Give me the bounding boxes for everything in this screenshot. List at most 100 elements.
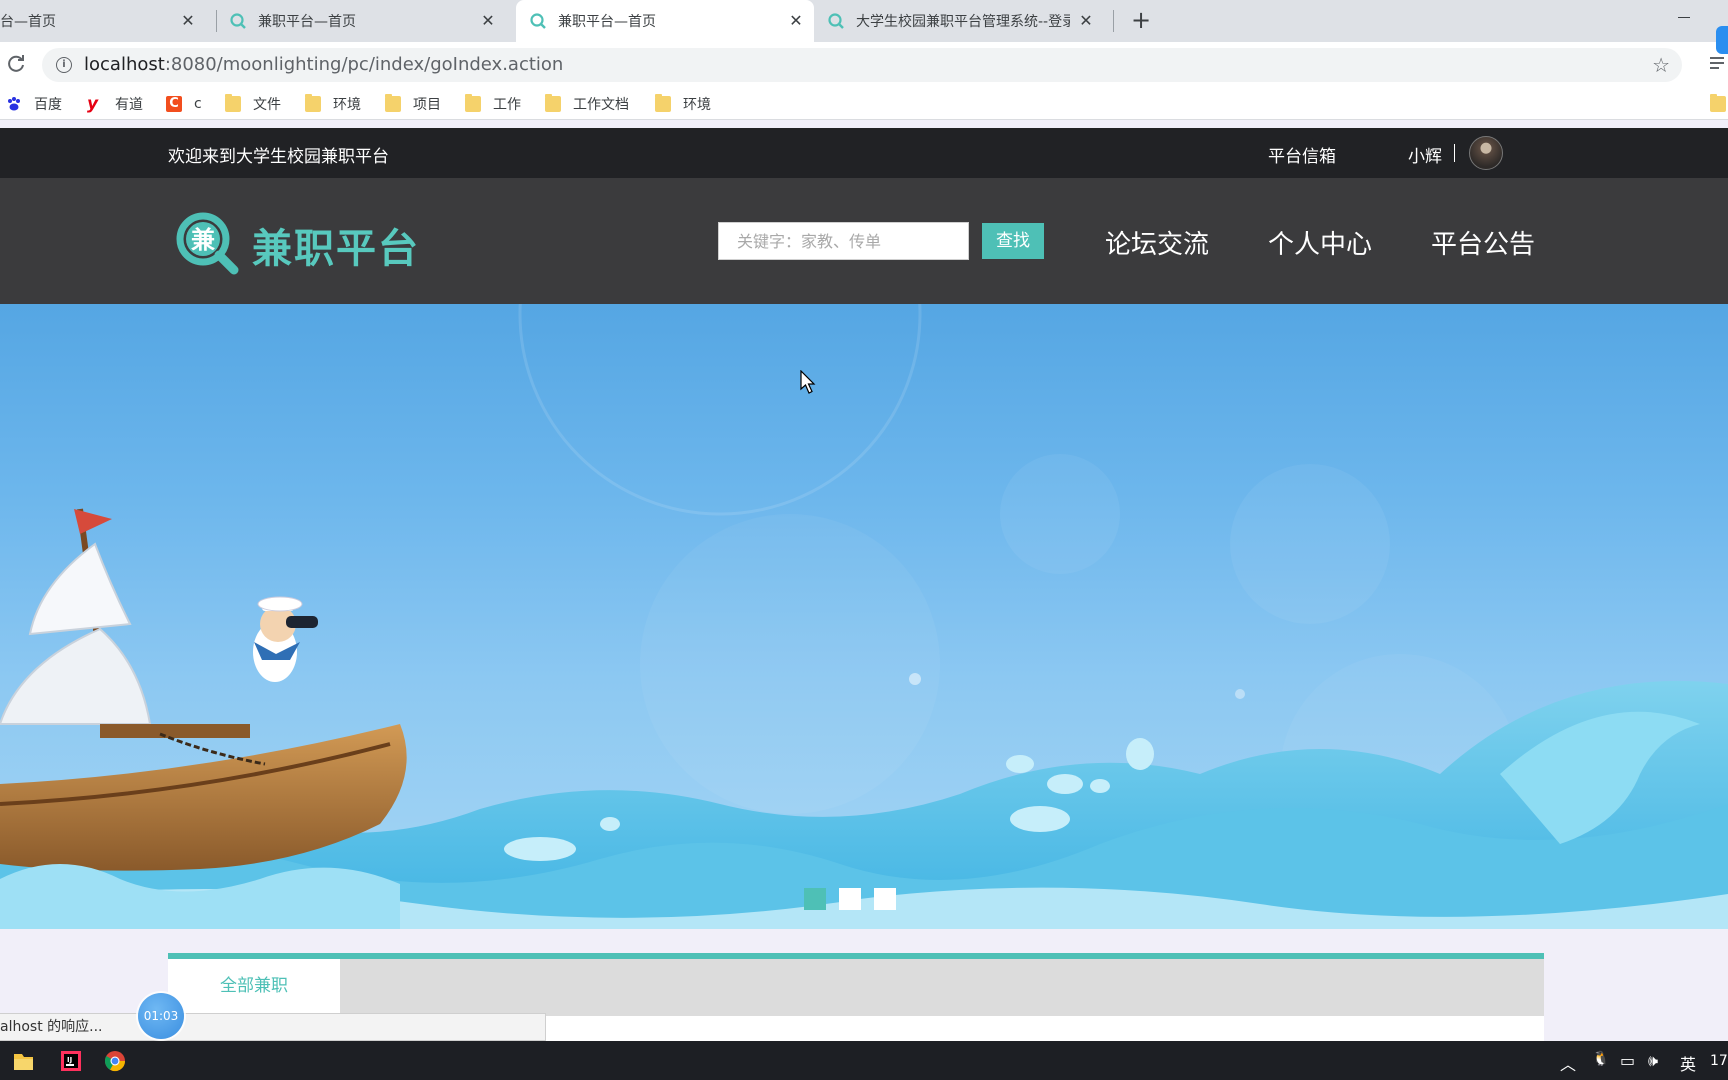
bookmark-folder-workdocs[interactable]: 工作文档: [545, 94, 629, 114]
chrome-icon[interactable]: [96, 1045, 134, 1078]
folder-icon: [305, 94, 321, 112]
bookmark-folder-work[interactable]: 工作: [465, 94, 521, 114]
carousel-dot-3[interactable]: [874, 888, 896, 910]
tab-title: 兼职平台—首页: [558, 14, 656, 30]
logo-magnifier-icon[interactable]: 兼: [174, 210, 240, 276]
platform-mailbox-link[interactable]: 平台信箱: [1268, 142, 1336, 167]
qq-tray-icon[interactable]: 🐧: [1592, 1051, 1609, 1067]
username-link[interactable]: 小辉: [1408, 142, 1442, 167]
input-method-indicator[interactable]: 英: [1680, 1051, 1696, 1075]
windows-taskbar: IJ ︿ 🐧 ▭ 🕪 英 17: [0, 1041, 1728, 1080]
browser-tab-strip: 平台—首页 ✕ 兼职平台—首页 ✕ 兼职平台—首页 ✕ 大学生校园兼职平台管理系…: [0, 0, 1728, 42]
logo-glyph: 兼: [191, 226, 215, 254]
clock[interactable]: 17: [1710, 1053, 1728, 1069]
search-button[interactable]: 查找: [982, 223, 1044, 259]
bookmark-label: 环境: [683, 97, 711, 113]
screen: 平台—首页 ✕ 兼职平台—首页 ✕ 兼职平台—首页 ✕ 大学生校园兼职平台管理系…: [0, 0, 1728, 1080]
reading-list-icon[interactable]: [1710, 54, 1728, 74]
site-header: 兼 兼职平台 查找 论坛交流 个人中心 平台公告: [0, 178, 1728, 304]
browser-tab-2[interactable]: 兼职平台—首页 ✕: [230, 0, 506, 42]
recording-timer-badge[interactable]: 01:03: [138, 993, 184, 1039]
tab-title: 兼职平台—首页: [258, 14, 356, 30]
site-favicon-icon: [230, 13, 246, 29]
tray-expand-icon[interactable]: ︿: [1560, 1051, 1576, 1075]
volume-icon[interactable]: 🕪: [1648, 1051, 1658, 1071]
tab-close-icon[interactable]: ✕: [478, 11, 498, 31]
bookmark-folder-env-2[interactable]: 环境: [655, 94, 711, 114]
reload-icon[interactable]: [4, 52, 28, 76]
bookmark-star-icon[interactable]: ☆: [1652, 53, 1670, 77]
search-input[interactable]: [718, 222, 969, 260]
side-floating-widget[interactable]: [1716, 26, 1728, 54]
welcome-text: 欢迎来到大学生校园兼职平台: [168, 147, 389, 167]
nav-announcements[interactable]: 平台公告: [1431, 224, 1535, 261]
bookmark-youdao[interactable]: y 有道: [87, 94, 143, 114]
divider: [1454, 144, 1455, 162]
tab-separator: [216, 10, 217, 32]
bookmark-label: 项目: [413, 97, 441, 113]
url-host: localhost: [84, 54, 165, 75]
folder-icon: [655, 94, 671, 112]
bookmark-label: 文件: [253, 97, 281, 113]
bookmark-folder-files[interactable]: 文件: [225, 94, 281, 114]
browser-tab-4[interactable]: 大学生校园兼职平台管理系统--登录 ✕: [828, 0, 1104, 42]
tab-title: 大学生校园兼职平台管理系统--登录: [856, 14, 1070, 30]
tab-close-icon[interactable]: ✕: [786, 11, 806, 31]
intellij-idea-icon[interactable]: IJ: [52, 1045, 90, 1078]
site-info-icon[interactable]: i: [56, 57, 72, 73]
nav-personal-center[interactable]: 个人中心: [1268, 224, 1372, 261]
bookmark-label: 百度: [34, 97, 62, 113]
browser-status-bubble: alhost 的响应...: [0, 1013, 546, 1041]
bookmark-label: 工作: [493, 97, 521, 113]
bookmark-baidu[interactable]: 百度: [6, 94, 62, 114]
browser-toolbar: i localhost:8080/moonlighting/pc/index/g…: [0, 42, 1728, 86]
folder-icon: [1710, 94, 1726, 112]
bookmark-folder-projects[interactable]: 项目: [385, 94, 441, 114]
browser-tab-3-active[interactable]: 兼职平台—首页 ✕: [516, 0, 814, 42]
category-tab-bar: [168, 959, 1544, 1016]
baidu-icon: [8, 97, 20, 111]
folder-icon: [225, 94, 241, 112]
svg-text:IJ: IJ: [67, 1056, 72, 1064]
tab-close-icon[interactable]: ✕: [178, 11, 198, 31]
bookmark-label: 工作文档: [573, 97, 629, 113]
youdao-icon: y: [87, 94, 99, 114]
site-favicon-icon: [530, 13, 546, 29]
tab-all-jobs[interactable]: 全部兼职: [168, 959, 340, 1016]
bookmark-label: 有道: [115, 97, 143, 113]
mouse-cursor-icon: [800, 370, 816, 394]
url-text[interactable]: localhost:8080/moonlighting/pc/index/goI…: [84, 54, 563, 75]
ship-illustration: [0, 508, 407, 871]
new-tab-button[interactable]: +: [1128, 8, 1154, 34]
carousel-dot-2[interactable]: [839, 888, 861, 910]
banner-illustration: [0, 304, 1728, 929]
banner-carousel[interactable]: [0, 304, 1728, 929]
browser-tab-1[interactable]: 平台—首页 ✕: [0, 0, 206, 42]
bookmark-label: 环境: [333, 97, 361, 113]
other-bookmarks-folder[interactable]: [1710, 94, 1728, 114]
file-explorer-icon[interactable]: [4, 1045, 42, 1078]
c-icon: C: [166, 96, 182, 112]
status-text: alhost 的响应...: [0, 1019, 103, 1035]
carousel-indicators: [804, 888, 909, 910]
tab-title: 平台—首页: [0, 14, 56, 30]
bookmark-label: c: [194, 96, 202, 112]
carousel-dot-1[interactable]: [804, 888, 826, 910]
site-favicon-icon: [828, 13, 844, 29]
address-bar[interactable]: i localhost:8080/moonlighting/pc/index/g…: [42, 48, 1682, 82]
url-path: :8080/moonlighting/pc/index/goIndex.acti…: [164, 54, 564, 75]
avatar[interactable]: [1469, 136, 1503, 170]
tab-close-icon[interactable]: ✕: [1076, 11, 1096, 31]
window-minimize-button[interactable]: [1672, 4, 1698, 24]
folder-icon: [545, 94, 561, 112]
battery-icon[interactable]: ▭: [1620, 1051, 1635, 1070]
nav-forum[interactable]: 论坛交流: [1105, 224, 1209, 261]
folder-icon: [385, 94, 401, 112]
logo-text[interactable]: 兼职平台: [252, 216, 420, 274]
bookmarks-bar: 百度 y 有道 C c 文件 环境 项目 工作 工作文档 环境: [0, 86, 1728, 120]
folder-icon: [465, 94, 481, 112]
site-top-bar: 欢迎来到大学生校园兼职平台 平台信箱 小辉: [0, 128, 1728, 178]
tab-separator: [1113, 10, 1114, 32]
bookmark-c[interactable]: C c: [166, 94, 202, 114]
bookmark-folder-env[interactable]: 环境: [305, 94, 361, 114]
